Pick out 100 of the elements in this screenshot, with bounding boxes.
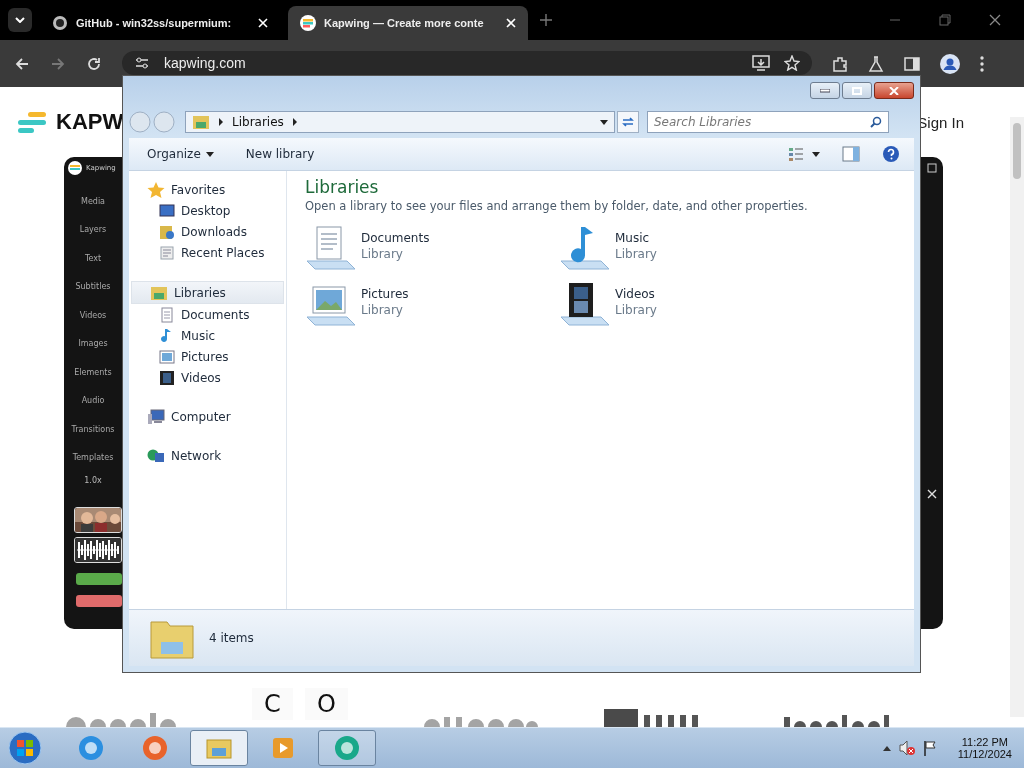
- nav-item[interactable]: Network: [129, 445, 286, 466]
- tray-expand-icon[interactable]: [881, 744, 892, 752]
- nav-item[interactable]: Pictures: [129, 346, 286, 367]
- library-icon: [192, 114, 210, 130]
- letter-tile: O: [305, 688, 348, 720]
- panel-icon[interactable]: [927, 163, 937, 173]
- editor-tool[interactable]: Elements: [74, 350, 112, 379]
- reload-icon[interactable]: [86, 55, 102, 72]
- toolbar-button[interactable]: New library: [237, 144, 323, 164]
- refresh-icon[interactable]: [617, 111, 639, 133]
- taskbar-app-button[interactable]: [190, 730, 248, 766]
- letter-tile: C: [252, 688, 293, 720]
- clock[interactable]: 11:22 PM 11/12/2024: [957, 736, 1012, 760]
- nav-item[interactable]: Videos: [129, 367, 286, 388]
- recent-icon: [159, 244, 175, 261]
- search-icon[interactable]: [870, 116, 882, 128]
- close-icon: [889, 86, 899, 95]
- close-button[interactable]: [874, 82, 914, 99]
- dropdown-icon[interactable]: [600, 119, 608, 125]
- profile-avatar-icon[interactable]: [940, 53, 960, 74]
- browser-tab[interactable]: GitHub - win32ss/supermium:: [40, 6, 280, 40]
- flag-icon[interactable]: [921, 740, 938, 756]
- tab-search-button[interactable]: [8, 8, 32, 32]
- speed-selector[interactable]: 1.0x: [84, 476, 102, 485]
- start-button[interactable]: [8, 731, 42, 765]
- install-app-icon[interactable]: [752, 54, 770, 71]
- library-tile[interactable]: Pictures Library: [305, 281, 559, 333]
- nav-item[interactable]: Downloads: [129, 221, 286, 242]
- close-tab-icon[interactable]: [258, 18, 268, 28]
- subtitle-track-bar: [76, 595, 122, 607]
- stripes-logo-icon: [300, 15, 316, 31]
- documents-icon: [159, 306, 175, 323]
- library-tile[interactable]: Videos Library: [559, 281, 813, 333]
- star-icon: [147, 181, 165, 198]
- chevron-icon: [15, 17, 25, 23]
- chevron-icon[interactable]: [218, 118, 224, 126]
- round-app-icon: [332, 734, 362, 762]
- editor-tool[interactable]: Text: [84, 236, 102, 265]
- editor-tool[interactable]: Videos: [79, 293, 107, 322]
- close-tab-icon[interactable]: [506, 18, 516, 28]
- maximize-button[interactable]: [842, 82, 872, 99]
- stripes-logo-icon: [68, 161, 82, 175]
- audio-track-bar: [76, 573, 122, 585]
- breadcrumb[interactable]: Libraries: [232, 115, 284, 129]
- chevron-icon[interactable]: [291, 118, 298, 126]
- library-type: Library: [361, 303, 404, 317]
- maximize-icon: [852, 86, 862, 95]
- extensions-icon[interactable]: [832, 55, 848, 72]
- view-options-icon[interactable]: [788, 146, 804, 162]
- nav-item[interactable]: Computer: [129, 406, 286, 427]
- videos-icon: [159, 369, 175, 386]
- library-icon: [150, 284, 168, 301]
- side-panel-icon[interactable]: [904, 55, 920, 72]
- editor-tool[interactable]: Audio: [81, 378, 105, 407]
- editor-tool[interactable]: Templates: [72, 435, 114, 464]
- library-description: Open a library to see your files and arrange them by folder, date, and other properties.: [305, 199, 809, 213]
- bookmark-star-icon[interactable]: [784, 54, 800, 71]
- library-type: Library: [361, 247, 404, 261]
- library-name: Pictures: [361, 287, 409, 301]
- site-settings-icon[interactable]: [134, 55, 150, 70]
- help-icon[interactable]: [882, 145, 900, 163]
- pictures-icon: [159, 348, 175, 365]
- editor-tool[interactable]: Media: [81, 179, 105, 208]
- speaker-muted-icon[interactable]: [897, 740, 916, 756]
- taskbar-app-button[interactable]: [318, 730, 376, 766]
- minimize-button[interactable]: [810, 82, 840, 99]
- brand-wordmark: KAPW: [56, 109, 124, 135]
- address-bar[interactable]: Libraries: [185, 111, 615, 133]
- back-icon[interactable]: [14, 55, 30, 72]
- nav-item[interactable]: Music: [129, 325, 286, 346]
- library-tile[interactable]: Music Library: [559, 225, 813, 277]
- item-count: 4 items: [209, 631, 254, 645]
- network-icon: [147, 447, 165, 464]
- close-icon[interactable]: [989, 14, 1001, 26]
- library-heading: Libraries: [305, 177, 380, 197]
- computer-icon: [147, 408, 165, 425]
- editor-tool[interactable]: Images: [78, 321, 108, 350]
- downloads-icon: [159, 223, 175, 240]
- nav-item[interactable]: Libraries: [131, 281, 284, 304]
- library-tile[interactable]: Documents Library: [305, 225, 559, 277]
- library-name: Videos: [615, 287, 656, 301]
- forward-icon[interactable]: [50, 55, 66, 72]
- nav-item[interactable]: Recent Places: [129, 242, 286, 263]
- waveform-drawing: [74, 537, 122, 563]
- nav-item[interactable]: Documents: [129, 304, 286, 325]
- editor-tool[interactable]: Layers: [79, 207, 107, 236]
- flask-icon[interactable]: [868, 55, 884, 72]
- search-field[interactable]: Search Libraries: [647, 111, 889, 133]
- browser-tab[interactable]: Kapwing — Create more conte: [288, 6, 528, 40]
- library-name: Documents: [361, 231, 430, 245]
- brand-logo-icon: [66, 711, 176, 727]
- editor-tool[interactable]: Transitions: [71, 407, 115, 436]
- new-tab-icon[interactable]: [540, 14, 552, 26]
- scrollbar[interactable]: [1010, 117, 1024, 717]
- menu-icon[interactable]: [980, 55, 984, 72]
- nav-item[interactable]: Favorites: [129, 179, 286, 200]
- editor-tool[interactable]: Subtitles: [75, 264, 111, 293]
- nav-item[interactable]: Desktop: [129, 200, 286, 221]
- address-bar[interactable]: kapwing.com: [122, 50, 812, 75]
- toolbar-button[interactable]: Organize: [139, 144, 222, 164]
